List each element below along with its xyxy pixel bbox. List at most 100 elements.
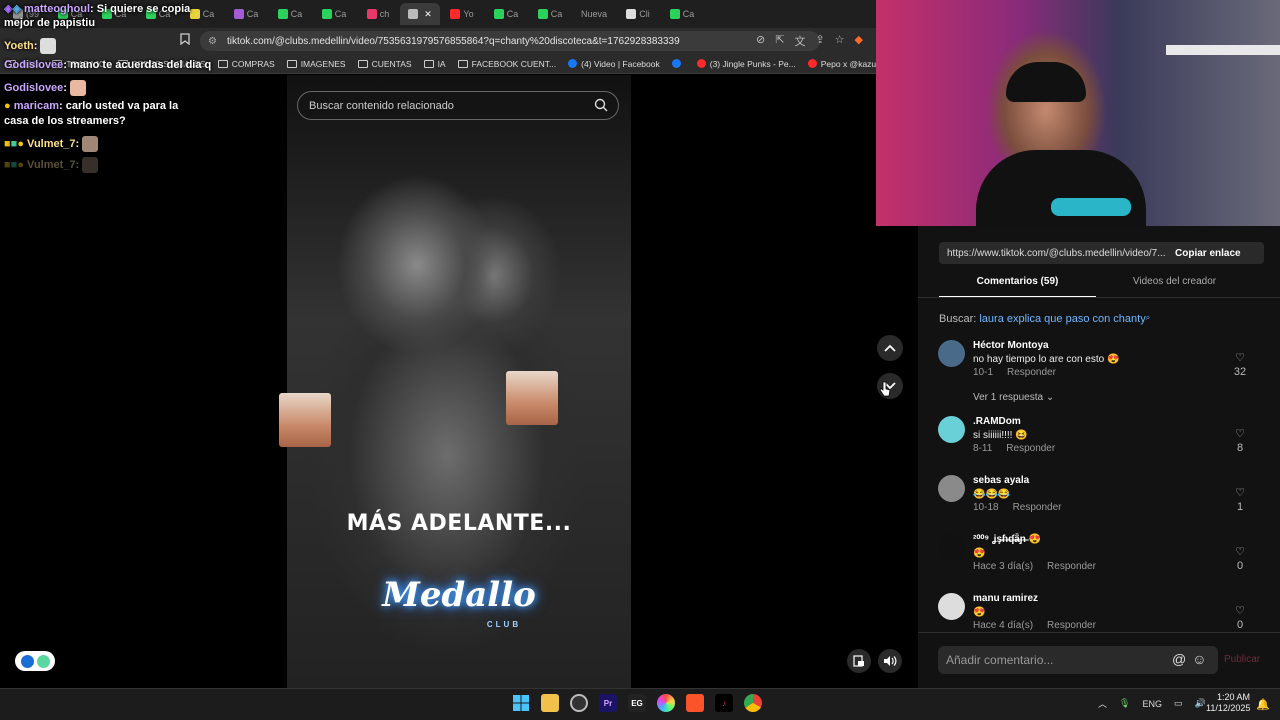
browser-tab[interactable]: Ca xyxy=(312,3,356,25)
share-icon[interactable]: ⇪ xyxy=(815,33,824,49)
bookmark-item[interactable]: FACEBOOK CUENT... xyxy=(457,59,556,69)
avatar[interactable] xyxy=(938,475,965,502)
tab-label: Cli xyxy=(639,9,650,19)
browser-tab[interactable]: Ca xyxy=(660,3,704,25)
browser-tab[interactable]: Yo xyxy=(440,3,484,25)
chat-username[interactable]: Godislovee xyxy=(4,82,63,94)
avatar[interactable] xyxy=(938,593,965,620)
like-button[interactable]: ♡ 1 xyxy=(1230,486,1250,513)
chat-username[interactable]: Vulmet_7 xyxy=(27,159,76,171)
bookmark-item[interactable]: COMPRAS xyxy=(217,58,275,69)
chevron-up-icon[interactable]: ︿ xyxy=(1098,697,1107,710)
reply-button[interactable]: Responder xyxy=(1007,367,1056,378)
tab-creator-videos[interactable]: Videos del creador xyxy=(1096,276,1253,298)
reply-button[interactable]: Responder xyxy=(1047,620,1096,631)
brave-shield-icon[interactable]: ◆ xyxy=(855,33,863,49)
site-info-icon[interactable]: ⚙ xyxy=(208,36,217,47)
network-icon[interactable]: ▭ xyxy=(1174,698,1183,709)
bookmark-item[interactable]: CUENTAS xyxy=(357,59,412,69)
open-in-app-icon[interactable]: ⇱ xyxy=(775,33,784,49)
view-replies-button[interactable]: Ver 1 respuesta ⌄ xyxy=(973,392,1054,403)
browser-tab[interactable]: ch xyxy=(356,3,400,25)
volume-button[interactable] xyxy=(878,649,902,673)
search-query-link[interactable]: laura explica que paso con chanty xyxy=(979,313,1145,325)
chat-username[interactable]: maricam xyxy=(14,100,59,112)
play-icon xyxy=(20,654,34,668)
browser-tab[interactable]: Ca xyxy=(268,3,312,25)
bookmark-item[interactable]: (3) Jingle Punks - Pe... xyxy=(696,59,796,69)
mini-player-button[interactable] xyxy=(847,649,871,673)
taskbar-clock[interactable]: 1:20 AM 11/12/2025 xyxy=(1206,692,1250,714)
chat-username[interactable]: Vulmet_7 xyxy=(27,138,76,150)
obs-icon[interactable] xyxy=(570,694,588,712)
file-explorer-icon[interactable] xyxy=(541,694,559,712)
browser-tab[interactable]: Ca xyxy=(484,3,528,25)
bookmark-item[interactable]: IA xyxy=(423,59,446,69)
copy-link-button[interactable]: Copiar enlace xyxy=(1171,248,1241,259)
avatar[interactable] xyxy=(938,534,965,561)
extension-pill[interactable] xyxy=(15,651,55,671)
comment-author[interactable]: sebas ayala xyxy=(973,475,1029,486)
reply-button[interactable]: Responder xyxy=(1013,502,1062,513)
address-bar[interactable]: ⚙ tiktok.com/@clubs.medellin/video/75356… xyxy=(200,31,820,51)
windows-start-icon[interactable] xyxy=(512,694,530,712)
related-search-input[interactable]: Buscar contenido relacionado xyxy=(297,91,619,120)
tiktok-icon[interactable]: ♪ xyxy=(715,694,733,712)
chrome-icon[interactable] xyxy=(744,694,762,712)
premiere-icon[interactable]: Pr xyxy=(599,694,617,712)
like-button[interactable]: ♡ 32 xyxy=(1230,351,1250,378)
publish-button[interactable]: Publicar xyxy=(1224,654,1260,665)
bookmark-label: COMPRAS xyxy=(231,58,275,69)
color-app-icon[interactable] xyxy=(657,694,675,712)
comment-author[interactable]: ²⁰⁰⁹ ʝş̶ɦ̶ʠ̶ǟ̶ɲ̶ 😍 xyxy=(973,534,1041,545)
video-player[interactable]: MÁS ADELANTE... Medallo CLUB xyxy=(287,75,631,688)
emoji-icon[interactable]: ☺ xyxy=(1192,651,1206,667)
bookmark-item[interactable]: (4) Video | Facebook xyxy=(568,59,660,69)
comment-date: 10-18 xyxy=(973,502,999,513)
bookmark-item[interactable] xyxy=(671,59,685,68)
mention-icon[interactable]: @ xyxy=(1172,651,1186,667)
reply-button[interactable]: Responder xyxy=(1047,561,1096,572)
chat-emote-icon xyxy=(70,80,87,96)
volume-icon xyxy=(884,656,897,666)
epic-games-icon[interactable]: EG xyxy=(628,694,646,712)
cursor-hand-icon xyxy=(879,381,891,397)
chat-username[interactable]: matteoghoul xyxy=(24,3,90,15)
previous-video-button[interactable] xyxy=(877,335,903,361)
notification-bell-icon[interactable]: 🔔 xyxy=(1256,698,1270,711)
bookmark-item[interactable]: Pepo x @kazu.oficia... xyxy=(807,59,876,69)
search-icon[interactable] xyxy=(594,98,608,115)
browser-tab[interactable]: ✕ xyxy=(400,3,440,25)
brave-browser-icon[interactable] xyxy=(686,694,704,712)
star-icon[interactable]: ☆ xyxy=(835,33,845,49)
bookmark-icon[interactable] xyxy=(180,33,190,48)
reply-button[interactable]: Responder xyxy=(1006,443,1055,454)
avatar[interactable] xyxy=(938,416,965,443)
tab-label: ch xyxy=(379,9,390,19)
webcam-overlay xyxy=(876,0,1280,226)
comment-author[interactable]: Héctor Montoya xyxy=(973,340,1049,351)
browser-tab[interactable]: Nueva xyxy=(572,3,616,25)
comment-author[interactable]: .RAMDom xyxy=(973,416,1021,427)
tab-label: Yo xyxy=(463,9,474,19)
browser-tab[interactable]: Ca xyxy=(528,3,572,25)
chat-username[interactable]: Godislovee xyxy=(4,59,63,71)
search-suggestion[interactable]: Buscar: laura explica que paso con chant… xyxy=(939,313,1150,325)
close-tab-icon[interactable]: ✕ xyxy=(424,9,432,20)
avatar[interactable] xyxy=(938,340,965,367)
browser-tab[interactable]: Ca xyxy=(224,3,268,25)
cast-off-icon[interactable]: ⊘ xyxy=(756,33,765,49)
bookmark-item[interactable]: IMAGENES xyxy=(286,59,346,69)
chat-username[interactable]: Yoeth xyxy=(4,40,34,52)
share-url[interactable]: https://www.tiktok.com/@clubs.medellin/v… xyxy=(939,248,1171,259)
translate-icon[interactable]: 文 xyxy=(794,33,805,49)
speaker-icon[interactable]: 🔊 xyxy=(1194,698,1205,709)
like-button[interactable]: ♡ 0 xyxy=(1230,604,1250,631)
language-indicator[interactable]: ENG xyxy=(1142,699,1162,709)
like-button[interactable]: ♡ 0 xyxy=(1230,545,1250,572)
microphone-icon[interactable]: 🎙 xyxy=(1119,698,1130,709)
comment-author[interactable]: manu ramirez xyxy=(973,593,1038,604)
tab-comments[interactable]: Comentarios (59) xyxy=(939,276,1096,298)
browser-tab[interactable]: Cli xyxy=(616,3,660,25)
like-button[interactable]: ♡ 8 xyxy=(1230,427,1250,454)
